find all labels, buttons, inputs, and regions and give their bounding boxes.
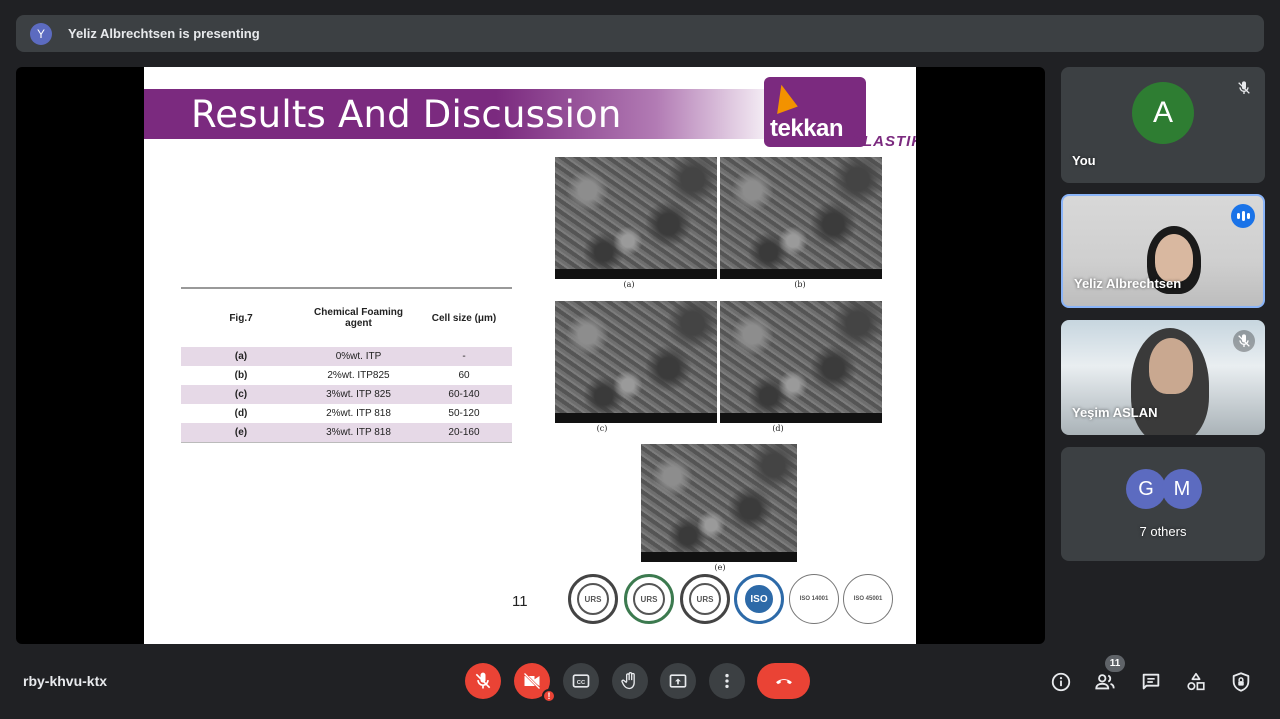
slide-title-bar: Results And Discussion	[144, 89, 784, 139]
caption-a: (a)	[623, 280, 635, 289]
table-cell: 60-140	[448, 389, 480, 400]
more-options-button[interactable]	[709, 663, 745, 699]
others-count-label: 7 others	[1139, 524, 1187, 539]
participant-name: Yeliz Albrechtsen	[1074, 276, 1182, 291]
table-cell: 3%wt. ITP 818	[326, 427, 391, 438]
logo-brand: tekkan	[770, 115, 844, 142]
header-fig: Fig.7	[229, 312, 253, 324]
slide-page-number: 11	[512, 593, 528, 610]
participant-name: You	[1072, 153, 1096, 168]
iso-45001-cert-icon: ISO 45001	[843, 574, 893, 624]
sem-image-b	[720, 157, 882, 279]
chat-icon	[1142, 673, 1160, 690]
table-cell: (b)	[234, 370, 248, 381]
captions-icon: CC	[572, 674, 590, 688]
activities-icon	[1187, 672, 1205, 691]
table-cell: (c)	[234, 389, 248, 400]
table-cell: 3%wt. ITP 825	[326, 389, 391, 400]
avatar: M	[1162, 469, 1202, 509]
people-icon	[1095, 674, 1115, 690]
chat-button[interactable]	[1139, 670, 1163, 694]
table-cell: (a)	[234, 351, 248, 362]
urs-cert-icon: URS	[568, 574, 618, 624]
table-row: (a) 0%wt. ITP -	[181, 347, 512, 366]
table-header: Fig.7 Chemical Foaming agent Cell size (…	[181, 289, 512, 347]
avatar: G	[1126, 469, 1166, 509]
urs-cert-icon: URS	[680, 574, 730, 624]
participant-face	[1155, 234, 1193, 282]
host-controls-icon	[1232, 672, 1250, 692]
raise-hand-button[interactable]	[612, 663, 648, 699]
presenting-text: Yeliz Albrechtsen is presenting	[68, 26, 260, 41]
participant-tile-yesim[interactable]: Yeşim ASLAN	[1061, 320, 1265, 435]
avatar: A	[1132, 82, 1194, 144]
tekkan-logo: tekkan	[764, 77, 866, 147]
results-table: Fig.7 Chemical Foaming agent Cell size (…	[181, 287, 512, 443]
logo-sub: PLASTIK	[852, 133, 916, 150]
people-button[interactable]	[1093, 670, 1117, 694]
table-cell: (d)	[234, 408, 248, 419]
speaking-indicator-icon	[1231, 204, 1255, 228]
table-cell: 50-120	[448, 408, 480, 419]
info-icon	[1051, 672, 1071, 692]
participant-face	[1149, 338, 1193, 394]
table-cell: (e)	[234, 427, 248, 438]
table-cell: 0%wt. ITP	[335, 351, 382, 362]
mic-toggle-button[interactable]	[465, 663, 501, 699]
mic-off-icon	[475, 672, 491, 689]
mic-off-icon	[1233, 330, 1255, 352]
iso-14001-cert-icon: ISO 14001	[789, 574, 839, 624]
urs-cert-icon: URS	[624, 574, 674, 624]
participant-tile-yeliz[interactable]: Yeliz Albrechtsen	[1061, 194, 1265, 308]
sem-image-e	[641, 444, 797, 562]
table-row: (d) 2%wt. ITP 818 50-120	[181, 404, 512, 423]
table-cell: 60	[458, 370, 470, 381]
header-cell-size: Cell size (μm)	[431, 312, 497, 324]
table-cell: -	[462, 351, 466, 362]
activities-button[interactable]	[1184, 670, 1208, 694]
participant-count-badge: 11	[1105, 655, 1125, 672]
presentation-stage: Results And Discussion tekkan PLASTIK Fi…	[16, 67, 1045, 644]
header-agent: Chemical Foaming agent	[314, 307, 403, 329]
camera-off-icon	[523, 672, 541, 690]
svg-text:CC: CC	[577, 680, 586, 686]
present-now-button[interactable]	[660, 663, 696, 699]
logo-swoosh-icon	[768, 82, 798, 114]
mic-off-icon	[1233, 77, 1255, 99]
presenting-banner: Y Yeliz Albrechtsen is presenting	[16, 15, 1264, 52]
caption-c: (c)	[596, 424, 608, 433]
sem-image-a	[555, 157, 717, 279]
sem-image-d	[720, 301, 882, 423]
host-controls-button[interactable]	[1229, 670, 1253, 694]
captions-button[interactable]: CC	[563, 663, 599, 699]
meeting-details-button[interactable]	[1049, 670, 1073, 694]
table-cell: 20-160	[448, 427, 480, 438]
meet-window: Y Yeliz Albrechtsen is presenting Result…	[0, 0, 1280, 719]
table-cell: 2%wt. ITP 818	[326, 408, 391, 419]
caption-d: (d)	[772, 424, 784, 433]
meeting-code: rby-khvu-ktx	[23, 673, 108, 689]
table-row: (c) 3%wt. ITP 825 60-140	[181, 385, 512, 404]
leave-call-button[interactable]	[757, 663, 810, 699]
more-icon	[725, 673, 729, 689]
raise-hand-icon	[621, 672, 635, 690]
camera-toggle-button[interactable]: !	[514, 663, 556, 703]
caption-b: (b)	[794, 280, 806, 289]
table-row: (b) 2%wt. ITP825 60	[181, 366, 512, 385]
slide-title: Results And Discussion	[191, 93, 622, 136]
participant-name: Yeşim ASLAN	[1072, 405, 1158, 420]
table-cell: 2%wt. ITP825	[327, 370, 390, 381]
iso-cert-icon: ISO	[734, 574, 784, 624]
presenter-avatar: Y	[30, 22, 52, 45]
participant-tile-you[interactable]: A You	[1061, 67, 1265, 183]
present-icon	[669, 674, 687, 688]
camera-alert-badge: !	[542, 689, 556, 703]
end-call-icon	[775, 679, 792, 685]
caption-e: (e)	[714, 563, 726, 572]
sem-image-c	[555, 301, 717, 423]
participant-tile-others[interactable]: G M 7 others	[1061, 447, 1265, 561]
shared-slide: Results And Discussion tekkan PLASTIK Fi…	[144, 67, 916, 644]
table-row: (e) 3%wt. ITP 818 20-160	[181, 423, 512, 442]
